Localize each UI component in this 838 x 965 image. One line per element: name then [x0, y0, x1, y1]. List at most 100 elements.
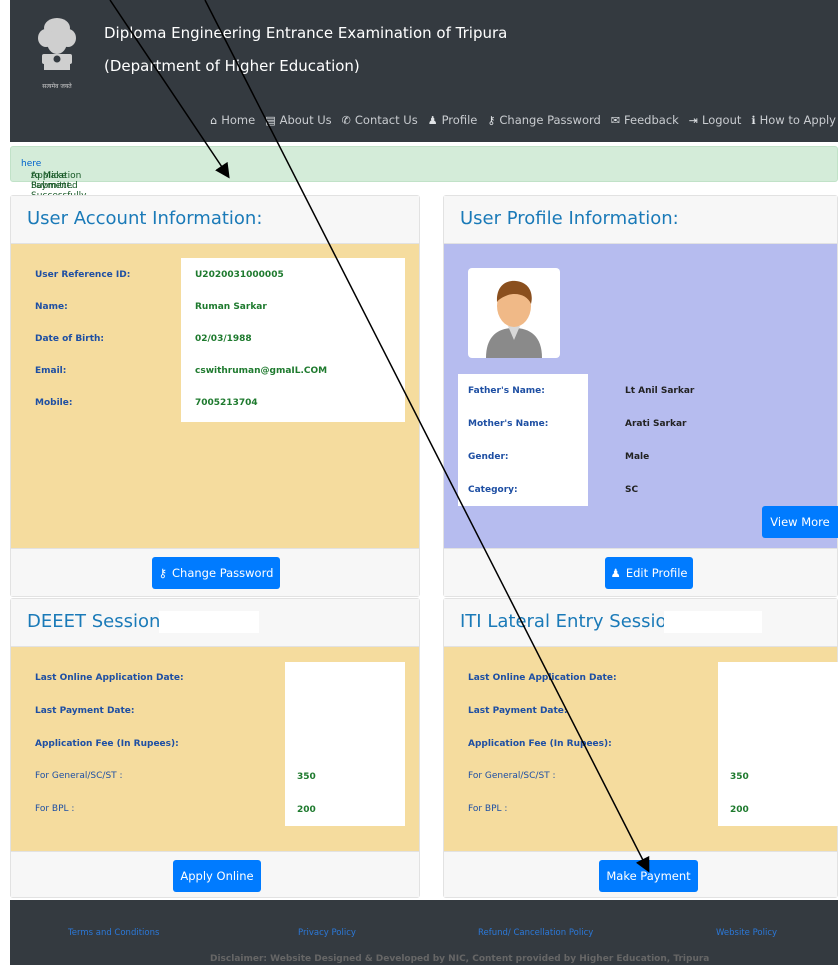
- fee-label: For BPL :: [468, 804, 508, 814]
- make-payment-button[interactable]: Make Payment: [599, 860, 698, 892]
- fee-value: 200: [730, 805, 749, 815]
- nav-feedback[interactable]: ✉ Feedback: [611, 113, 679, 127]
- profile-label-column: Father's Name: Mother's Name: Gender: Ca…: [458, 374, 588, 506]
- deeet-body: Last Online Application Date: Last Payme…: [11, 647, 419, 853]
- site-title: Diploma Engineering Entrance Examination…: [104, 24, 508, 42]
- fee-label: For General/SC/ST :: [35, 771, 123, 781]
- field-value: SC: [625, 485, 639, 495]
- field-value: cswithruman@gmaIL.COM: [195, 366, 328, 376]
- nav-logout[interactable]: ⇥ Logout: [689, 113, 742, 127]
- user-account-card: User Account Information: User Reference…: [10, 195, 420, 597]
- footer-link-website-policy[interactable]: Website Policy: [716, 928, 777, 938]
- field-value: Arati Sarkar: [625, 419, 687, 429]
- nav-how-to-apply[interactable]: ℹ How to Apply: [751, 113, 836, 127]
- site-subtitle: (Department of Higher Education): [104, 57, 360, 75]
- password-icon: ⚷: [487, 113, 496, 127]
- nav-about-us[interactable]: ▤ About Us: [265, 113, 331, 127]
- footer-link-privacy[interactable]: Privacy Policy: [298, 928, 356, 938]
- home-icon: ⌂: [210, 113, 218, 127]
- field-label: Date of Birth:: [35, 334, 105, 344]
- password-icon: ⚷: [158, 566, 168, 580]
- nav-home[interactable]: ⌂ Home: [210, 113, 255, 127]
- field-label: Last Online Application Date:: [35, 673, 184, 683]
- field-label: User Reference ID:: [35, 270, 131, 280]
- fee-value: 350: [730, 772, 749, 782]
- fee-value: 200: [297, 805, 316, 815]
- card-footer: Apply Online: [11, 851, 419, 897]
- iti-lateral-entry-card: ITI Lateral Entry Session Last Online Ap…: [443, 598, 838, 898]
- card-footer: Make Payment: [444, 851, 837, 897]
- nav-contact-us[interactable]: ✆ Contact Us: [342, 113, 418, 127]
- nav-label: Feedback: [624, 113, 679, 127]
- button-label: Make Payment: [606, 869, 691, 883]
- field-label: Category:: [468, 485, 518, 495]
- field-value: Lt Anil Sarkar: [625, 386, 695, 396]
- emblem-motto: सत्यमेव जयते: [42, 82, 72, 90]
- footer-link-terms[interactable]: Terms and Conditions: [68, 928, 159, 938]
- site-header: सत्यमेव जयते Diploma Engineering Entranc…: [10, 0, 838, 142]
- edit-profile-button[interactable]: ♟ Edit Profile: [605, 557, 693, 589]
- redacted-area: [159, 611, 259, 633]
- user-avatar-icon: [486, 280, 542, 358]
- account-body: User Reference ID: U2020031000005 Name: …: [11, 244, 419, 550]
- redacted-area: [287, 664, 355, 728]
- field-label: Father's Name:: [468, 386, 545, 396]
- field-value: U2020031000005: [195, 270, 284, 280]
- button-label: View More: [770, 515, 830, 529]
- alert-text: Application Submitted Successfully. Clic…: [21, 159, 88, 211]
- card-footer: ⚷ Change Password: [11, 548, 419, 596]
- field-label: Application Fee (In Rupees):: [468, 739, 612, 749]
- field-value: 02/03/1988: [195, 334, 252, 344]
- nav-label: How to Apply: [759, 113, 836, 127]
- nav-change-password[interactable]: ⚷ Change Password: [487, 113, 600, 127]
- footer-disclaimer: Disclaimer: Website Designed & Developed…: [210, 954, 710, 964]
- nav-label: Home: [221, 113, 256, 127]
- change-password-button[interactable]: ⚷ Change Password: [152, 557, 280, 589]
- field-label: Email:: [35, 366, 67, 376]
- page: सत्यमेव जयते Diploma Engineering Entranc…: [0, 0, 838, 965]
- redacted-area: [720, 664, 792, 728]
- card-title: User Profile Information:: [460, 208, 679, 229]
- site-footer: Terms and Conditions Privacy Policy Refu…: [10, 900, 838, 965]
- fee-value: 350: [297, 772, 316, 782]
- logout-icon: ⇥: [688, 113, 699, 127]
- field-label: Name:: [35, 302, 68, 312]
- nav-profile[interactable]: ♟ Profile: [428, 113, 478, 127]
- field-label: Mother's Name:: [468, 419, 549, 429]
- document-icon: ▤: [265, 113, 276, 127]
- nav-label: About Us: [279, 113, 332, 127]
- field-label: Last Payment Date:: [35, 706, 135, 716]
- nav-label: Profile: [441, 113, 478, 127]
- field-value: 7005213704: [195, 398, 258, 408]
- payment-here-link[interactable]: here: [21, 159, 41, 169]
- field-label: Gender:: [468, 452, 509, 462]
- nav-label: Change Password: [499, 113, 601, 127]
- field-label: Application Fee (In Rupees):: [35, 739, 179, 749]
- button-label: Apply Online: [180, 869, 254, 883]
- iti-value-column: 350 200: [718, 662, 838, 826]
- footer-link-refund[interactable]: Refund/ Cancellation Policy: [478, 928, 593, 938]
- comment-icon: ✉: [610, 113, 621, 127]
- card-title: ITI Lateral Entry Session: [460, 611, 678, 632]
- nav-label: Contact Us: [354, 113, 418, 127]
- field-label: Last Payment Date:: [468, 706, 568, 716]
- field-value: Ruman Sarkar: [195, 302, 267, 312]
- user-icon: ♟: [610, 566, 621, 580]
- main-nav: ⌂ Home ▤ About Us ✆ Contact Us ♟ Profile ⚷ Ch…: [210, 113, 836, 127]
- button-label: Edit Profile: [625, 566, 688, 580]
- card-header: ITI Lateral Entry Session: [444, 599, 837, 647]
- fee-label: For BPL :: [35, 804, 75, 814]
- phone-icon: ✆: [341, 113, 351, 127]
- deeet-session-card: DEEET Session 2 Last Online Application …: [10, 598, 420, 898]
- user-profile-card: User Profile Information: Father's Name:…: [443, 195, 838, 597]
- field-label: Mobile:: [35, 398, 73, 408]
- alert-text-after: to Make Payment.: [31, 171, 74, 191]
- apply-online-button[interactable]: Apply Online: [173, 860, 261, 892]
- field-value: Male: [625, 452, 650, 462]
- fee-label: For General/SC/ST :: [468, 771, 556, 781]
- view-more-button[interactable]: View More: [762, 506, 838, 538]
- user-icon: ♟: [427, 113, 438, 127]
- card-title: User Account Information:: [27, 208, 263, 229]
- button-label: Change Password: [172, 566, 274, 580]
- deeet-value-column: 350 200: [285, 662, 405, 826]
